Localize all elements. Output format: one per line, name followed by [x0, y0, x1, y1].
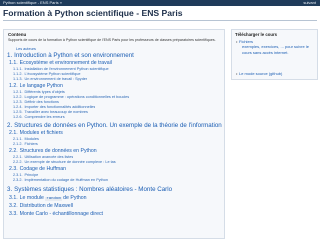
toc-item-3-3[interactable]: 3.3. Monte Carlo - échantillonnage direct	[9, 211, 103, 217]
toc-item-2-1[interactable]: 2.1. Modules et fichiers	[9, 130, 63, 136]
toc-item-2-3-2[interactable]: 2.3.2. Implémentation du codage de Huffma…	[13, 178, 108, 182]
toc-item-2-2-1[interactable]: 2.2.1. Utilisation avancée des listes	[13, 155, 73, 159]
toc-item-3-2[interactable]: 3.2. Distribution de Maxwell	[9, 203, 73, 209]
toc-item-number: 2.1.1.	[13, 137, 23, 141]
toc-item-label[interactable]: Écosystème et environnement de travail	[20, 60, 112, 66]
source-mode-link[interactable]: Le mode source (github)	[239, 71, 282, 76]
table-of-contents: Contenu Supports de cours de la formatio…	[3, 29, 225, 239]
toc-item-number: 3.1.	[9, 195, 18, 201]
toc-item-1[interactable]: 1. Introduction à Python et son environne…	[7, 52, 134, 59]
toc-item-2-2[interactable]: 2.2. Structures de données en Python	[9, 148, 97, 154]
source-mode-item[interactable]: • Le mode source (github)	[236, 71, 282, 76]
toc-item-3-1[interactable]: 3.1. Le module random de Python	[9, 195, 87, 201]
top-navigation-bar: Python scientifique - ENS Paris » suivan…	[0, 0, 320, 6]
toc-item-number: 3.3.	[9, 211, 18, 217]
toc-item-number: 1.2.2.	[13, 95, 23, 99]
toc-item-3[interactable]: 3. Systèmes statistiques : Nombres aléato…	[7, 186, 172, 193]
toc-item-label[interactable]: Un exemple de structure de donnée comple…	[25, 160, 116, 164]
toc-item-number: 1.1.	[9, 60, 18, 66]
toc-intro-text: Supports de cours de la formation à Pyth…	[8, 38, 216, 42]
toc-item-1-1-2[interactable]: 1.1.2. L'écosystème Python scientifique	[13, 72, 81, 76]
toc-item-label[interactable]: Introduction à Python et son environneme…	[14, 52, 134, 59]
toc-item-label[interactable]: Le module random de Python	[20, 195, 87, 201]
toc-item-2-1-1[interactable]: 2.1.1. Modules	[13, 137, 39, 141]
page-title: Formation à Python scientifique - ENS Pa…	[3, 8, 183, 18]
toc-item-2-3[interactable]: 2.3. Codage de Huffman	[9, 166, 66, 172]
toc-item-label[interactable]: Fichiers	[25, 142, 38, 146]
download-sidebar: Télécharger le cours • Fichiers exemples,…	[231, 29, 318, 80]
toc-item-number: 2.1.2.	[13, 142, 23, 146]
toc-item-number: 3.2.	[9, 203, 18, 209]
toc-item-label[interactable]: Le langage Python	[20, 83, 63, 89]
toc-item-label[interactable]: Installation de l'environnement Python s…	[25, 67, 109, 71]
toc-item-number: 1.2.4.	[13, 105, 23, 109]
toc-item-number: 1.1.2.	[13, 72, 23, 76]
toc-item-2-2-2[interactable]: 2.2.2. Un exemple de structure de donnée …	[13, 160, 116, 164]
toc-item-number: 2.3.	[9, 166, 18, 172]
toc-item-label[interactable]: Utilisation avancée des listes	[25, 155, 74, 159]
toc-item-label[interactable]: Implémentation du codage de Huffman en P…	[25, 178, 109, 182]
toc-item-2-1-2[interactable]: 2.1.2. Fichiers	[13, 142, 38, 146]
toc-item-number: 1.2.	[9, 83, 18, 89]
toc-item-number: 2.2.	[9, 148, 18, 154]
toc-item-1-2-5[interactable]: 1.2.5. Travailler avec beaucoup de nombre…	[13, 110, 88, 114]
toc-item-label[interactable]: Travailler avec beaucoup de nombres	[25, 110, 88, 114]
toc-item-number: 2.3.1.	[13, 173, 23, 177]
toc-heading: Contenu	[8, 32, 27, 37]
next-link[interactable]: suivant	[303, 0, 316, 6]
toc-item-number: 1.2.6.	[13, 115, 23, 119]
toc-item-label[interactable]: Systèmes statistiques : Nombres aléatoir…	[14, 186, 172, 193]
download-files-description: exemples, exercices, ... pour suivre le …	[242, 44, 317, 55]
toc-item-2[interactable]: 2. Structures de données en Python. Un ex…	[7, 122, 222, 129]
toc-item-label[interactable]: Modules et fichiers	[20, 130, 63, 136]
toc-item-label[interactable]: Principe	[25, 173, 39, 177]
toc-item-1-1-1[interactable]: 1.1.1. Installation de l'environnement Py…	[13, 67, 109, 71]
title-divider	[3, 20, 317, 21]
toc-item-label[interactable]: Logique de programme : opérations condit…	[25, 95, 130, 99]
toc-item-number: 1.1.1.	[13, 67, 23, 71]
toc-item-1-2[interactable]: 1.2. Le langage Python	[9, 83, 63, 89]
toc-item-number: 2.3.2.	[13, 178, 23, 182]
toc-item-number: 2.	[7, 122, 13, 129]
toc-item-number: 3.	[7, 186, 13, 193]
toc-item-label[interactable]: Codage de Huffman	[20, 166, 66, 172]
authors-link[interactable]: Les auteurs	[16, 47, 36, 51]
toc-item-label[interactable]: Modules	[25, 137, 39, 141]
toc-item-label[interactable]: L'écosystème Python scientifique	[25, 72, 81, 76]
toc-item-number: 2.1.	[9, 130, 18, 136]
toc-item-label[interactable]: Structures de données en Python. Un exem…	[14, 122, 222, 129]
toc-item-number: 1.2.1.	[13, 90, 23, 94]
breadcrumb-link[interactable]: Python scientifique - ENS Paris »	[3, 0, 62, 6]
toc-item-label[interactable]: Monte Carlo - échantillonnage direct	[20, 211, 103, 217]
toc-item-1-2-6[interactable]: 1.2.6. Comprendre les erreurs	[13, 115, 65, 119]
toc-item-number: 2.2.2.	[13, 160, 23, 164]
toc-item-label[interactable]: Définir des fonctions	[25, 100, 59, 104]
toc-item-label[interactable]: Comprendre les erreurs	[25, 115, 65, 119]
inline-code: random	[45, 197, 62, 201]
toc-item-label[interactable]: Distribution de Maxwell	[20, 203, 73, 209]
toc-item-2-3-1[interactable]: 2.3.1. Principe	[13, 173, 38, 177]
toc-item-number: 1.2.3.	[13, 100, 23, 104]
toc-item-number: 1.2.5.	[13, 110, 23, 114]
toc-item-label[interactable]: Importer des fonctionnalités additionnel…	[25, 105, 96, 109]
download-files-tail: exemples, exercices, ... pour suivre le …	[242, 44, 309, 55]
toc-item-1-1[interactable]: 1.1. Écosystème et environnement de trava…	[9, 60, 112, 66]
toc-item-label[interactable]: Un environnement de travail : Spyder	[25, 77, 88, 81]
toc-item-1-2-2[interactable]: 1.2.2. Logique de programme : opérations …	[13, 95, 129, 99]
toc-item-label[interactable]: Différents types d'objets	[25, 90, 65, 94]
toc-item-number: 1.	[7, 52, 13, 59]
toc-item-number: 1.1.3.	[13, 77, 23, 81]
toc-item-1-1-3[interactable]: 1.1.3. Un environnement de travail : Spyd…	[13, 77, 87, 81]
toc-item-1-2-4[interactable]: 1.2.4. Importer des fonctionnalités addit…	[13, 105, 95, 109]
toc-item-1-2-3[interactable]: 1.2.3. Définir des fonctions	[13, 100, 59, 104]
toc-item-number: 2.2.1.	[13, 155, 23, 159]
toc-item-1-2-1[interactable]: 1.2.1. Différents types d'objets	[13, 90, 65, 94]
toc-item-label[interactable]: Structures de données en Python	[20, 148, 97, 154]
sidebar-title: Télécharger le cours	[235, 32, 278, 37]
